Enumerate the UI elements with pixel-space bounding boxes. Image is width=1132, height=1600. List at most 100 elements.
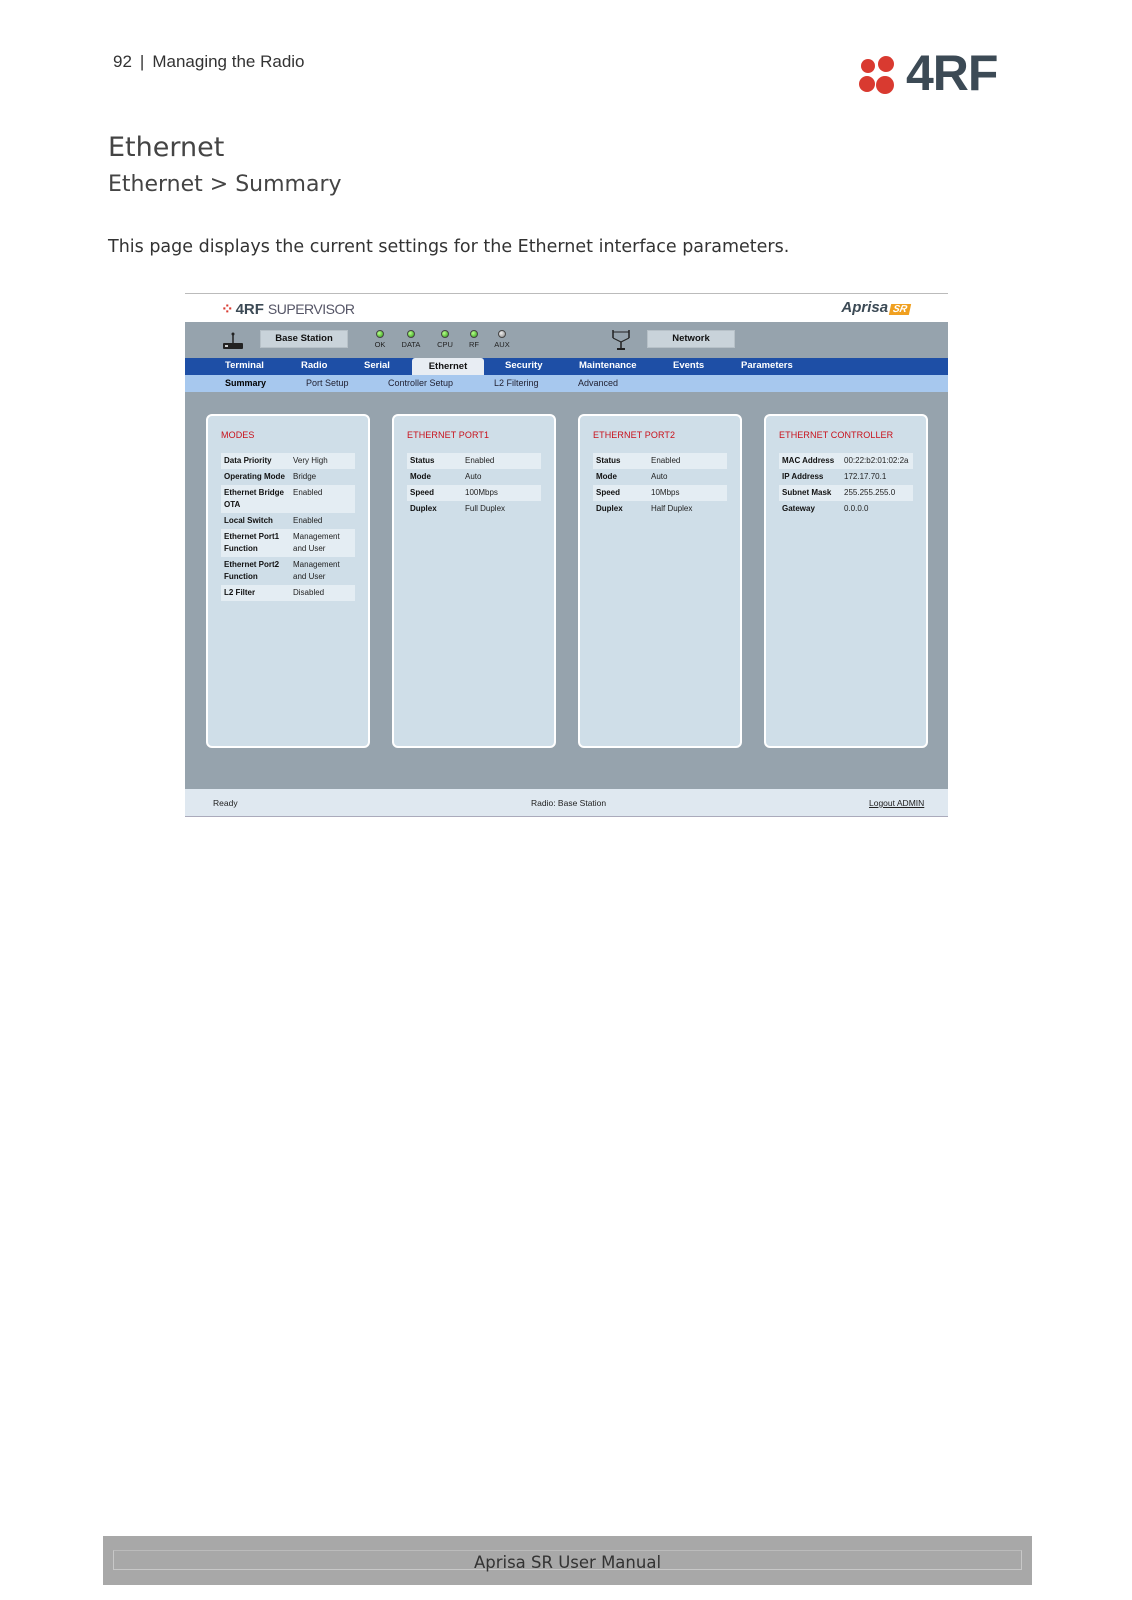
row-key: Speed <box>410 488 435 497</box>
row-value: 00:22:b2:01:02:2a <box>844 456 909 465</box>
led-ok-label: OK <box>374 340 386 349</box>
logo-dots-icon <box>859 56 894 94</box>
table-row: Ethernet Port1 Function Management and Us… <box>221 529 355 557</box>
led-data-label: DATA <box>401 340 421 349</box>
row-value: 172.17.70.1 <box>844 472 887 481</box>
modes-panel-title: MODES <box>221 430 255 440</box>
tab-terminal[interactable]: Terminal <box>225 360 264 371</box>
controller-rows: MAC Address 00:22:b2:01:02:2a IP Address 1… <box>779 453 913 517</box>
table-row: Speed 100Mbps <box>407 485 541 501</box>
row-value: Management and User <box>293 532 340 553</box>
station-button[interactable]: Base Station <box>260 330 348 348</box>
led-ok: OK <box>365 330 395 349</box>
tab-radio[interactable]: Radio <box>301 360 327 371</box>
footer-text: Aprisa SR User Manual <box>473 1553 662 1572</box>
table-row: Gateway 0.0.0.0 <box>779 501 913 517</box>
row-value: Bridge <box>293 472 317 481</box>
led-aux-indicator-icon <box>498 330 506 338</box>
tab-ethernet[interactable]: Ethernet <box>412 358 484 375</box>
intro-paragraph: This page displays the current settings … <box>108 237 790 257</box>
port1-rows: Status Enabled Mode Auto Speed 100Mbps Dupl… <box>407 453 541 517</box>
tab-security[interactable]: Security <box>505 360 543 371</box>
tab-events[interactable]: Events <box>673 360 704 371</box>
led-data: DATA <box>396 330 426 349</box>
row-value: Auto <box>651 472 668 481</box>
row-key: Subnet Mask <box>782 488 832 497</box>
ethernet-port1-panel: ETHERNET PORT1 Status Enabled Mode Auto Sp… <box>392 414 556 748</box>
ethernet-port2-panel-title: ETHERNET PORT2 <box>593 430 676 440</box>
table-row: Data Priority Very High <box>221 453 355 469</box>
row-key: Ethernet Port1 Function <box>224 532 280 553</box>
modes-rows: Data Priority Very High Operating Mode Bri… <box>221 453 355 601</box>
row-value: 10Mbps <box>651 488 680 497</box>
row-key: Mode <box>410 472 431 481</box>
row-value: Enabled <box>651 456 681 465</box>
table-row: Ethernet Port2 Function Management and Us… <box>221 557 355 585</box>
subtab-controller-setup[interactable]: Controller Setup <box>388 378 453 388</box>
led-aux: AUX <box>487 330 517 349</box>
row-key: Status <box>410 456 435 465</box>
table-row: Ethernet Bridge OTA Enabled <box>221 485 355 513</box>
row-value: Enabled <box>465 456 495 465</box>
tab-serial[interactable]: Serial <box>364 360 390 371</box>
table-row: Subnet Mask 255.255.255.0 <box>779 485 913 501</box>
table-row: Mode Auto <box>407 469 541 485</box>
status-bar: Base Station OK DATA CPU RF AUX Network <box>185 322 948 358</box>
tab-parameters[interactable]: Parameters <box>741 360 793 371</box>
table-row: Mode Auto <box>593 469 727 485</box>
table-row: Local Switch Enabled <box>221 513 355 529</box>
table-row: Status Enabled <box>593 453 727 469</box>
app-logo-text: 4RF <box>235 301 264 318</box>
section-name: Managing the Radio <box>152 52 305 71</box>
led-ok-indicator-icon <box>376 330 384 338</box>
brand-logo: 4RF <box>858 45 1023 101</box>
row-value: Full Duplex <box>465 504 506 513</box>
led-cpu: CPU <box>430 330 460 349</box>
ethernet-controller-panel-title: ETHERNET CONTROLLER <box>779 430 894 440</box>
table-row: Operating Mode Bridge <box>221 469 355 485</box>
row-value: 0.0.0.0 <box>844 504 869 513</box>
row-key: Speed <box>596 488 621 497</box>
row-value: 255.255.255.0 <box>844 488 896 497</box>
header-separator: | <box>139 52 145 71</box>
table-row: Status Enabled <box>407 453 541 469</box>
subtab-port-setup[interactable]: Port Setup <box>306 378 349 388</box>
logo-wordmark: 4RF <box>906 45 998 101</box>
tab-maintenance[interactable]: Maintenance <box>579 360 637 371</box>
supervisor-screenshot: ⁘ 4RF SUPERVISOR Aprisa SR Base Station OK … <box>185 293 948 817</box>
row-key: Ethernet Bridge OTA <box>224 488 285 509</box>
row-key: Data Priority <box>224 456 272 465</box>
row-key: Mode <box>596 472 617 481</box>
led-rf-label: RF <box>469 340 479 349</box>
sub-nav: Summary Port Setup Controller Setup L2 F… <box>185 375 948 392</box>
row-value: Auto <box>465 472 482 481</box>
port2-rows: Status Enabled Mode Auto Speed 10Mbps Duple… <box>593 453 727 517</box>
row-key: Status <box>596 456 621 465</box>
led-cpu-label: CPU <box>437 340 453 349</box>
page-subtitle: Ethernet > Summary <box>108 172 342 197</box>
row-value: Enabled <box>293 516 323 525</box>
logout-link[interactable]: Logout ADMIN <box>869 798 924 808</box>
radio-status: Radio: Base Station <box>531 798 607 808</box>
row-key: Duplex <box>410 504 437 513</box>
page-footer: Aprisa SR User Manual <box>103 1536 1032 1585</box>
app-header: ⁘ 4RF SUPERVISOR Aprisa SR <box>185 294 948 322</box>
table-row: IP Address 172.17.70.1 <box>779 469 913 485</box>
led-data-indicator-icon <box>407 330 415 338</box>
subtab-l2-filtering[interactable]: L2 Filtering <box>494 378 539 388</box>
app-logo-dots-icon: ⁘ <box>221 301 234 318</box>
table-row: Duplex Full Duplex <box>407 501 541 517</box>
subtab-advanced[interactable]: Advanced <box>578 378 618 388</box>
row-key: Local Switch <box>224 516 273 525</box>
table-row: MAC Address 00:22:b2:01:02:2a <box>779 453 913 469</box>
row-value: Disabled <box>293 588 325 597</box>
led-rf-indicator-icon <box>470 330 478 338</box>
network-button[interactable]: Network <box>647 330 735 348</box>
row-key: Duplex <box>596 504 623 513</box>
subtab-summary[interactable]: Summary <box>225 378 266 388</box>
app-logo-suffix: SUPERVISOR <box>267 301 355 317</box>
row-key: Gateway <box>782 504 815 513</box>
row-key: IP Address <box>782 472 824 481</box>
modes-panel: MODES Data Priority Very High Operating M… <box>206 414 370 748</box>
ethernet-port2-panel: ETHERNET PORT2 Status Enabled Mode Auto Sp… <box>578 414 742 748</box>
